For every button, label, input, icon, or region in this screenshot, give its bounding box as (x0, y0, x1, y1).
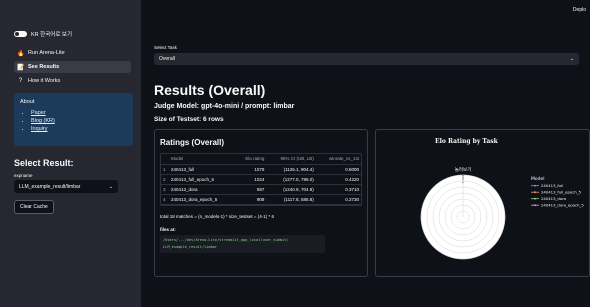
table-cell: 1024 (235, 174, 267, 185)
task-select-value: Overall (159, 56, 175, 62)
table-cell: 3 (161, 184, 169, 195)
sidebar-nav: 🔥 Run Arena-Lite 📝 See Results? How it Works (14, 47, 131, 87)
about-link-paper[interactable]: Paper (31, 110, 127, 116)
legend-title: Model (531, 176, 545, 182)
task-select[interactable]: Overall ⌄ (154, 53, 579, 65)
main-area: Deplo Select Task Overall ⌄ Results (Ove… (141, 0, 590, 307)
table-cell: 4 (161, 194, 169, 205)
table-cell: 2 (161, 174, 169, 185)
legend-label: 240413_dora (541, 196, 566, 201)
question-icon: ? (18, 78, 23, 84)
table-cell: 987 (235, 184, 267, 195)
about-title: About (20, 99, 35, 105)
table-row[interactable]: 1 240413_full 1079 (1126.1, 904.4) 0.5000 (161, 164, 361, 175)
sidebar-item-see-results[interactable]: 📝 See Results (14, 61, 131, 73)
ratings-title: Ratings (Overall) (160, 138, 225, 147)
legend-label: 240413_full_epoch_5 (541, 190, 582, 195)
language-toggle[interactable] (14, 31, 27, 37)
sidebar-item-run-arena-lite[interactable]: 🔥 Run Arena-Lite (14, 47, 131, 59)
about-link-blog[interactable]: Blog (KR) (31, 118, 127, 124)
task-label: Select Task (154, 45, 177, 50)
table-header-row: Model Elo rating 95% CI (UB, LB) winrate… (161, 154, 361, 165)
ratings-table-wrap[interactable]: Model Elo rating 95% CI (UB, LB) winrate… (160, 153, 362, 206)
sidebar-item-label: How it Works (28, 78, 61, 84)
chart-icon: 📝 (17, 64, 25, 71)
clear-cache-button[interactable]: Clear Cache (14, 200, 54, 214)
about-box: About Paper Blog (KR) Inquiry (14, 93, 133, 146)
table-cell: 0.3710 (315, 184, 361, 195)
column-header-ci[interactable]: 95% CI (UB, LB) (266, 154, 316, 165)
elo-chart[interactable]: Elo Rating by Task 놀려보기 Model 240413_full 2… (381, 138, 586, 268)
testset-size-text: Size of Testset: 6 rows (154, 116, 224, 123)
files-path-line: LLM_example_result/limbar (163, 244, 218, 249)
chart-title: Elo Rating by Task (435, 138, 498, 145)
table-row[interactable]: 3 240413_dora 987 (1240.9, 704.9) 0.3710 (161, 184, 361, 195)
table-row[interactable]: 2 240413_full_epoch_5 1024 (1277.0, 796.0) 0… (161, 174, 361, 185)
table-cell: (1126.1, 904.4) (266, 164, 316, 175)
column-header[interactable] (161, 154, 169, 165)
page-title: Results (Overall) (154, 82, 266, 98)
table-cell: 240413_full_epoch_5 (169, 174, 236, 185)
sidebar-item-label: See Results (28, 64, 60, 70)
about-link-inquiry[interactable]: Inquiry (31, 126, 127, 132)
table-cell: 0.4220 (315, 174, 361, 185)
sidebar-item-label: Run Arena-Lite (28, 50, 65, 56)
legend-marker (534, 191, 536, 194)
table-cell: (1240.9, 704.9) (266, 184, 316, 195)
radar-point (462, 181, 464, 184)
main-content: Select Task Overall ⌄ Results (Overall) … (154, 45, 590, 277)
radar-point (462, 174, 464, 177)
table-row[interactable]: 4 240413_dora_epoch_5 908 (1117.8, 585.8) 0.… (161, 194, 361, 205)
language-toggle-label: KR 한국어로 보기 (31, 32, 73, 38)
total-matches-text: total 18 matches = (n_models-1) * size_t… (160, 213, 275, 219)
ratings-panel: Ratings (Overall) Model Elo rating 95% C… (154, 129, 368, 277)
column-header-model[interactable]: Model (169, 154, 236, 165)
files-path-code[interactable]: /Users/.../dev/Arena-Lite/streamlit_app_… (160, 234, 325, 253)
fire-icon: 🔥 (17, 50, 25, 57)
table-cell: 1079 (235, 164, 267, 175)
legend-marker (534, 197, 536, 200)
radar-axis-label: 놀려보기 (455, 166, 472, 173)
chevron-down-icon: ⌄ (569, 56, 574, 62)
table-cell: 240413_dora (169, 184, 236, 195)
about-links: Paper Blog (KR) Inquiry (20, 110, 127, 132)
column-header-elo[interactable]: Elo rating (235, 154, 267, 165)
ratings-table: Model Elo rating 95% CI (UB, LB) winrate… (161, 154, 361, 205)
legend-label: 240413_dora_epoch_5 (541, 203, 584, 208)
table-cell: 908 (235, 194, 267, 205)
results-panels: Ratings (Overall) Model Elo rating 95% C… (154, 129, 590, 277)
table-cell: 0.2730 (315, 194, 361, 205)
radar-point (462, 178, 464, 181)
language-toggle-row[interactable]: KR 한국어로 보기 (14, 30, 131, 38)
legend-label: 240413_full (541, 183, 563, 188)
table-cell: 0.5000 (315, 164, 361, 175)
expname-select[interactable]: LLM_example_result/limbar ⌄ (14, 180, 118, 193)
expname-label: expname (14, 173, 33, 178)
radar-chart-svg: 놀려보기Model240413_full240413_full_epoch_52… (420, 166, 584, 260)
table-cell: 240413_full (169, 164, 236, 175)
elo-chart-panel: Elo Rating by Task 놀려보기 Model 240413_full 2… (375, 129, 590, 277)
legend-marker (534, 204, 536, 207)
files-at-label: files at: (160, 226, 176, 232)
chevron-down-icon: ⌄ (108, 183, 113, 190)
table-cell: (1117.8, 585.8) (266, 194, 316, 205)
deploy-button[interactable]: Deplo (573, 7, 586, 13)
column-header-winrate[interactable]: winrate_vs_1st (315, 154, 361, 165)
files-path-line: /Users/.../dev/Arena-Lite/streamlit_app_… (163, 237, 289, 242)
select-result-heading: Select Result: (14, 158, 74, 168)
judge-model-text: Judge Model: gpt-4o-mini / prompt: limba… (154, 103, 295, 110)
top-bar: Deplo (141, 0, 590, 22)
expname-value: LLM_example_result/limbar (19, 183, 81, 190)
legend-marker (534, 184, 536, 187)
table-cell: 240413_dora_epoch_5 (169, 194, 236, 205)
sidebar-item-how-it-works[interactable]: ? How it Works (14, 75, 131, 87)
table-cell: 1 (161, 164, 169, 175)
sidebar: KR 한국어로 보기 🔥 Run Arena-Lite 📝 See Results? H… (0, 0, 141, 307)
table-cell: (1277.0, 796.0) (266, 174, 316, 185)
